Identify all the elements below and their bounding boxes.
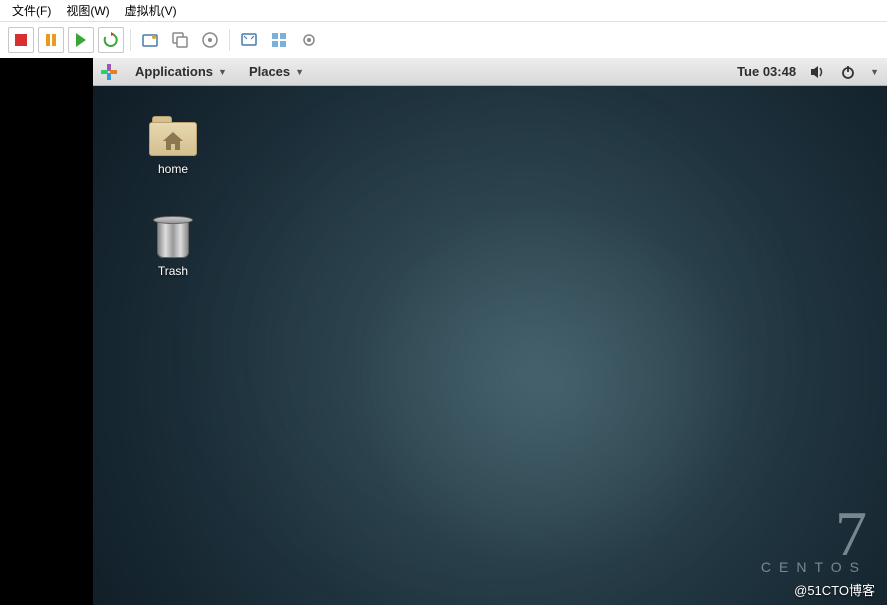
places-label: Places [249, 64, 290, 79]
folder-icon [149, 116, 197, 156]
centos-name: CENTOS [761, 559, 867, 575]
gear-icon [301, 32, 317, 48]
guest-screen: Applications ▼ Places ▼ Tue 03:48 ▼ [93, 58, 887, 605]
desktop-icon-label: home [158, 162, 188, 176]
unity-icon [271, 32, 287, 48]
vm-display-area: Applications ▼ Places ▼ Tue 03:48 ▼ [0, 58, 887, 605]
play-icon [75, 33, 87, 47]
places-menu[interactable]: Places ▼ [245, 62, 308, 81]
play-button[interactable] [68, 27, 94, 53]
trash-icon [153, 214, 193, 258]
snapshot-button[interactable] [137, 27, 163, 53]
menu-vm[interactable]: 虚拟机(V) [119, 0, 183, 21]
centos-logo-icon [101, 64, 117, 80]
stop-icon [15, 34, 27, 46]
applications-label: Applications [135, 64, 213, 79]
pause-button[interactable] [38, 27, 64, 53]
clock[interactable]: Tue 03:48 [737, 64, 796, 79]
toolbar-separator [229, 29, 230, 51]
letterbox-left [0, 58, 93, 605]
chevron-down-icon: ▼ [295, 67, 304, 77]
pause-icon [45, 34, 57, 46]
guest-topbar: Applications ▼ Places ▼ Tue 03:48 ▼ [93, 58, 887, 86]
toolbar-separator [130, 29, 131, 51]
centos-version: 7 [761, 508, 867, 559]
stop-button[interactable] [8, 27, 34, 53]
host-toolbar [0, 22, 887, 58]
host-menubar: 文件(F) 视图(W) 虚拟机(V) [0, 0, 887, 22]
restart-icon [103, 32, 119, 48]
chevron-down-icon: ▼ [218, 67, 227, 77]
applications-menu[interactable]: Applications ▼ [131, 62, 231, 81]
power-icon[interactable] [840, 64, 856, 80]
restart-button[interactable] [98, 27, 124, 53]
volume-icon[interactable] [810, 64, 826, 80]
centos-brand: 7 CENTOS [761, 508, 867, 575]
fullscreen-icon [241, 32, 257, 48]
watermark: @51CTO博客 [794, 580, 875, 599]
chevron-down-icon[interactable]: ▼ [870, 67, 879, 77]
snapshot-manager-icon [172, 32, 188, 48]
desktop-icon-home[interactable]: home [133, 116, 213, 176]
cd-device-button[interactable] [197, 27, 223, 53]
snapshot-manager-button[interactable] [167, 27, 193, 53]
fullscreen-button[interactable] [236, 27, 262, 53]
unity-button[interactable] [266, 27, 292, 53]
guest-desktop[interactable]: home Trash 7 CENTOS @51CTO博客 [93, 86, 887, 605]
menu-file[interactable]: 文件(F) [6, 0, 57, 21]
desktop-icon-label: Trash [158, 264, 188, 278]
menu-view[interactable]: 视图(W) [60, 0, 115, 21]
house-icon [163, 132, 183, 150]
desktop-icon-trash[interactable]: Trash [133, 214, 213, 278]
cd-icon [202, 32, 218, 48]
snapshot-icon [142, 32, 158, 48]
settings-button[interactable] [296, 27, 322, 53]
